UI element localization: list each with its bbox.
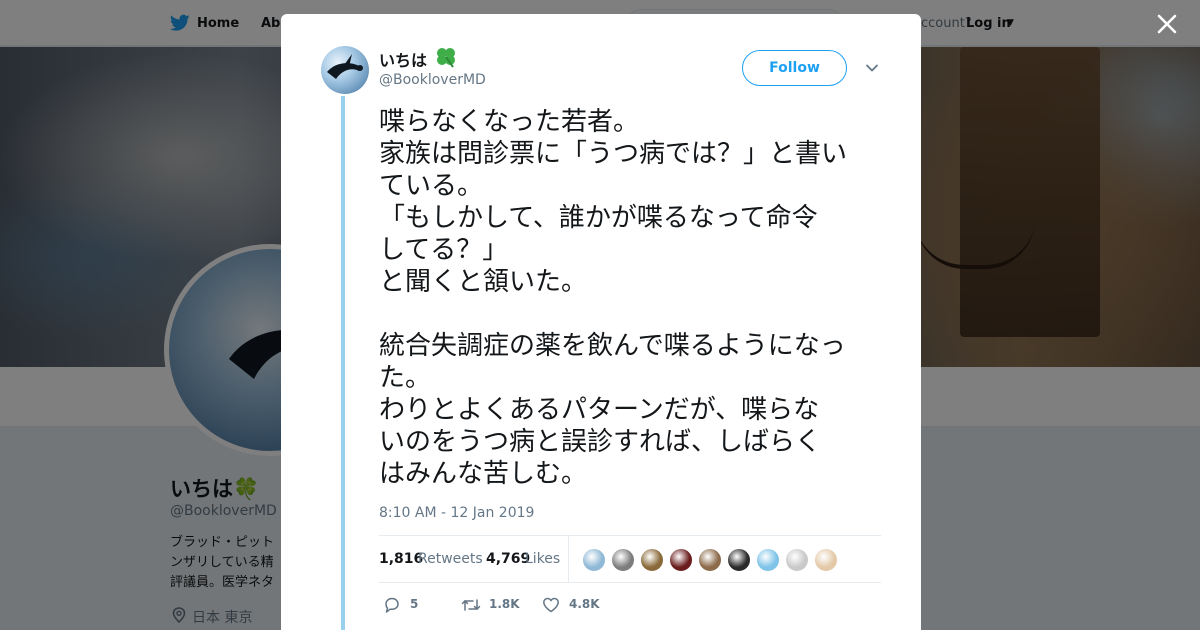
tweet-actions: 5 1.8K 4.8K [379, 594, 879, 616]
liker-avatar[interactable] [727, 548, 751, 572]
reply-count[interactable]: 5 [410, 597, 418, 611]
retweet-count-short[interactable]: 1.8K [489, 597, 520, 611]
thread-connector-line [341, 96, 345, 630]
tweet-modal: いちは @BookloverMD Follow 喋らなくなった若者。 家族は問診… [281, 14, 921, 630]
retweets-label[interactable]: Retweets [418, 551, 483, 567]
like-count-short[interactable]: 4.8K [569, 597, 600, 611]
follow-button[interactable]: Follow [742, 50, 847, 86]
liker-avatar[interactable] [698, 548, 722, 572]
retweets-count[interactable]: 1,816 [379, 551, 423, 567]
author-handle[interactable]: @BookloverMD [379, 72, 486, 88]
chevron-down-icon[interactable] [865, 61, 879, 75]
like-icon[interactable] [542, 596, 560, 614]
likes-count[interactable]: 4,769 [486, 551, 530, 567]
tweet-timestamp[interactable]: 8:10 AM - 12 Jan 2019 [379, 505, 534, 521]
liker-avatar[interactable] [582, 548, 606, 572]
tweet-stats: 1,816 Retweets 4,769 Likes [379, 535, 881, 583]
liker-avatar[interactable] [785, 548, 809, 572]
liker-avatar[interactable] [640, 548, 664, 572]
stats-divider [568, 536, 569, 582]
likes-label[interactable]: Likes [525, 551, 560, 567]
penguin-icon [327, 54, 363, 79]
close-icon[interactable] [1156, 13, 1178, 35]
reply-icon[interactable] [383, 596, 401, 614]
author-avatar[interactable] [321, 46, 369, 94]
author-name[interactable]: いちは [379, 47, 427, 71]
liker-avatar[interactable] [669, 548, 693, 572]
liker-avatar[interactable] [611, 548, 635, 572]
liker-avatar[interactable] [814, 548, 838, 572]
retweet-icon[interactable] [461, 596, 481, 614]
liker-avatar[interactable] [756, 548, 780, 572]
four-leaf-clover-icon [437, 48, 455, 68]
tweet-text: 喋らなくなった若者。 家族は問診票に「うつ病では？」と書い ている。 「もしかし… [379, 107, 848, 489]
